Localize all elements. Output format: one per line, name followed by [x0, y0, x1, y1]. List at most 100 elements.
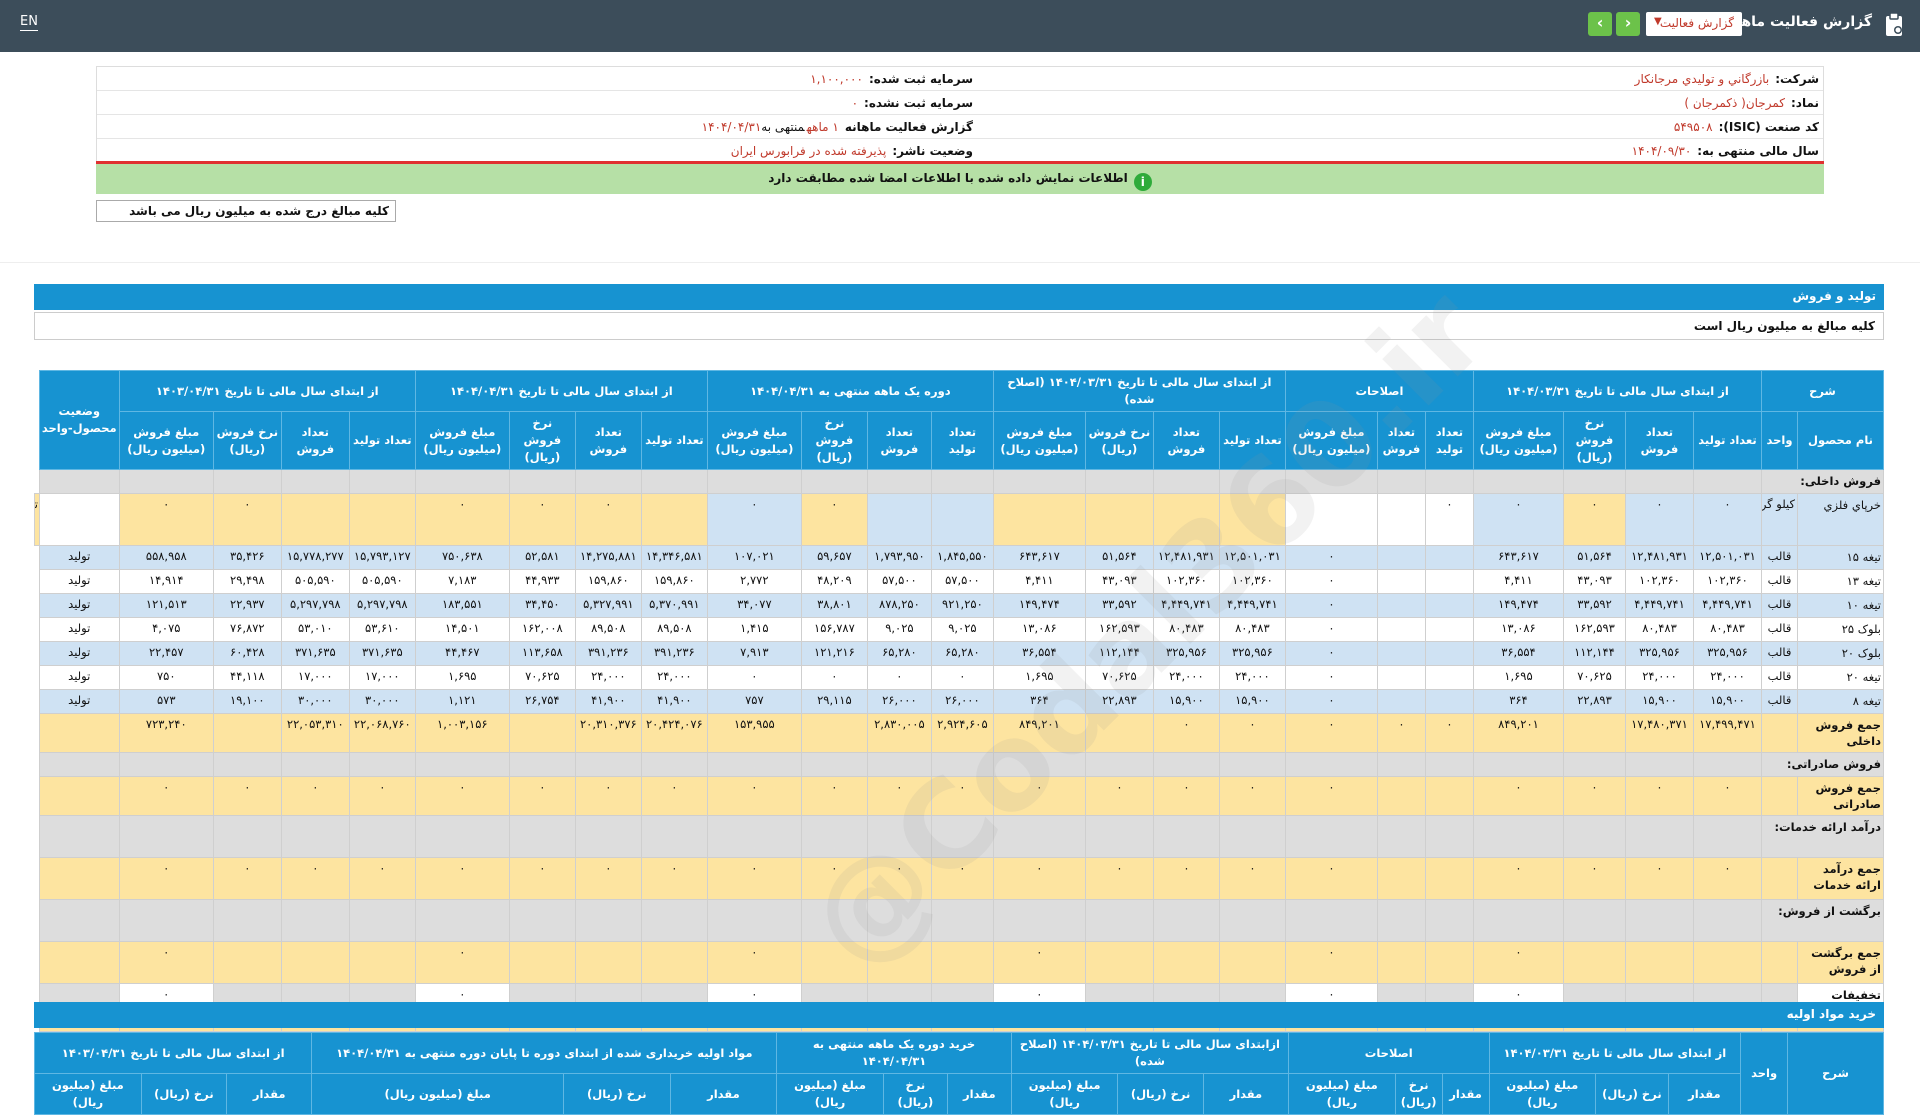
product-status: [38, 941, 120, 984]
cell: ۰: [1284, 545, 1378, 570]
cell: ۰: [1284, 641, 1378, 666]
table-row: جمع برگشت از فروش ۰ ۰ ۰ ۰ ۰ ۰: [35, 941, 1884, 984]
cell: ۰: [1284, 776, 1378, 816]
language-toggle[interactable]: EN: [20, 14, 38, 31]
cell: ۲۲,۰۵۳,۳۱۰: [280, 713, 350, 753]
column-header: تعداد فروش: [866, 411, 932, 470]
cell: [1284, 752, 1378, 777]
cell: [800, 752, 868, 777]
cell: [706, 752, 802, 777]
cell: ۸۴۹,۲۰۱: [992, 713, 1086, 753]
table-group-header: شرح: [1787, 1032, 1884, 1115]
cell: [508, 815, 576, 858]
cell: [1562, 815, 1626, 858]
prev-button[interactable]: ‹: [1588, 12, 1612, 36]
table-group-header: از ابتدای سال مالی تا تاریخ ۱۴۰۴/۰۳/۳۱: [1472, 370, 1762, 412]
cell: ۴۱,۹۰۰: [640, 689, 708, 714]
cell: [706, 899, 802, 942]
cell: ۱۷,۴۸۰,۳۷۱: [1624, 713, 1694, 753]
cell: ۰: [414, 493, 510, 546]
cell: [118, 469, 214, 494]
cell: ۰: [118, 493, 214, 546]
cell: [508, 469, 576, 494]
cell: ۱۵,۹۰۰: [1218, 689, 1286, 714]
column-header: نرخ فروش (ریال): [1084, 411, 1154, 470]
cell: ۱۵,۹۰۰: [1692, 689, 1762, 714]
report-type-select[interactable]: گزارش فعالیت ▼: [1646, 12, 1742, 36]
column-header: مبلغ فروش (میلیون ریال): [706, 411, 802, 470]
cell: ۴۴,۱۱۸: [212, 665, 282, 690]
cell: ۱۵,۷۷۸,۲۷۷: [280, 545, 350, 570]
cell: [1760, 776, 1799, 816]
cell: [38, 815, 120, 858]
cell: [1084, 941, 1154, 984]
cell: ۲۴,۰۰۰: [1624, 665, 1694, 690]
cell: [414, 815, 510, 858]
next-button[interactable]: ›: [1616, 12, 1640, 36]
cell: ۰: [1692, 776, 1762, 816]
symbol-label: نماد:: [1790, 96, 1819, 110]
cell: [1562, 469, 1626, 494]
cell: [1692, 941, 1762, 984]
product-name: بلوک ۲۵: [1797, 617, 1884, 642]
cell: ۷۵۰,۶۳۸: [414, 545, 510, 570]
cell: ۱۶۲,۵۹۳: [1084, 617, 1154, 642]
cell: ۴۴,۹۳۳: [508, 569, 576, 594]
column-header: تعداد تولید: [1218, 411, 1286, 470]
product-name: تیغه ۲۰: [1797, 665, 1884, 690]
cell: [1760, 857, 1799, 900]
cell: ۰: [1472, 776, 1564, 816]
cell: ۳۲۵,۹۵۶: [1692, 641, 1762, 666]
cell: [348, 469, 416, 494]
cell: [992, 469, 1086, 494]
product-status: [38, 857, 120, 900]
cell: ۳۵,۴۲۶: [212, 545, 282, 570]
cell: [640, 752, 708, 777]
cell: ۱۵۹,۸۶۰: [574, 569, 642, 594]
cell: [1218, 899, 1286, 942]
info-row: نماد: کمرجان( ذکمرجان ) سرمایه ثبت نشده: ۰: [97, 91, 1823, 115]
product-status: [38, 713, 120, 753]
cell: [38, 899, 120, 942]
cell: ۴,۴۱۱: [992, 569, 1086, 594]
cell: ۶۰,۴۲۸: [212, 641, 282, 666]
cell: ۰: [706, 665, 802, 690]
column-header: نام محصول: [1797, 411, 1884, 470]
cell: ۱۲,۵۰۱,۰۳۱: [1218, 545, 1286, 570]
cell: ۰: [640, 776, 708, 816]
cell: قالب: [1760, 641, 1799, 666]
cell: [414, 899, 510, 942]
cell: ۴۳,۰۹۳: [1562, 569, 1626, 594]
cell: [508, 899, 576, 942]
cell: ۰: [1472, 941, 1564, 984]
cell: [1760, 713, 1799, 753]
column-header: تعداد تولید: [1692, 411, 1762, 470]
column-header: نرخ فروش (ریال): [212, 411, 282, 470]
section-row: برگشت از فروش:: [35, 899, 1885, 942]
cell: [930, 752, 994, 777]
report-period: ۱ ماهه: [806, 120, 839, 134]
cell: ۰: [1624, 493, 1694, 546]
cell: ۰: [508, 493, 576, 546]
cell: ۰: [1284, 617, 1378, 642]
column-header: تعداد فروش: [574, 411, 642, 470]
cell: [1152, 493, 1220, 546]
cell: ۸۹,۵۰۸: [640, 617, 708, 642]
cell: [1084, 815, 1154, 858]
cell: ۰: [118, 857, 214, 900]
cell: ۰: [1218, 713, 1286, 753]
cell: قالب: [1760, 665, 1799, 690]
cell: ۰: [574, 857, 642, 900]
product-name: جمع فروش صادراتی: [1797, 776, 1884, 816]
cell: ۱۰۷,۰۲۱: [706, 545, 802, 570]
cell: ۲۰,۳۱۰,۳۷۶: [574, 713, 642, 753]
cell: ۷۶,۸۷۲: [212, 617, 282, 642]
cell: [1376, 941, 1426, 984]
cell: ۱,۰۰۳,۱۵۶: [414, 713, 510, 753]
cell: ۸۰,۴۸۳: [1218, 617, 1286, 642]
cell: ۲۶,۰۰۰: [866, 689, 932, 714]
cell: [1692, 752, 1762, 777]
cell: [1376, 899, 1426, 942]
cell: [414, 752, 510, 777]
cell: [640, 941, 708, 984]
